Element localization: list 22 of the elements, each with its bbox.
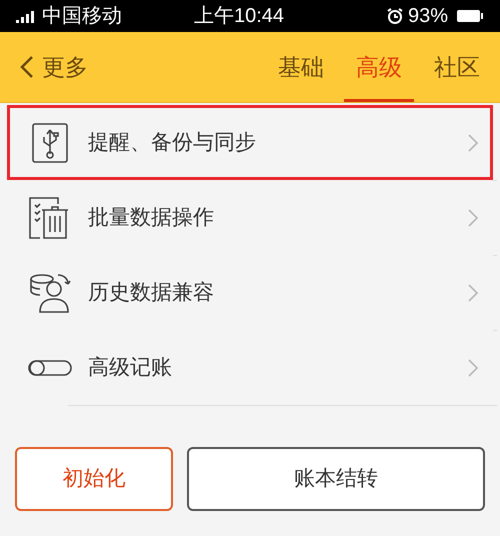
clock: 上午10:44 [194,4,284,29]
battery-percent: 93% [408,4,448,29]
chevron-right-icon [468,208,478,226]
initialize-button[interactable]: 初始化 [15,447,173,511]
carrier-name: 中国移动 [42,4,122,29]
menu-item-label: 提醒、备份与同步 [88,130,256,156]
back-button[interactable]: 更多 [20,32,88,102]
alarm-icon [386,7,404,25]
tab[interactable]: 社区 [426,32,488,102]
menu-item-label: 高级记账 [88,354,172,381]
chevron-right-icon [468,358,478,376]
menu-item-label: 历史数据兼容 [88,280,214,306]
ledger-carryover-button[interactable]: 账本结转 [187,447,485,511]
usb-icon [31,122,69,164]
tab[interactable]: 基础 [270,32,332,102]
back-chevron-icon [20,55,34,79]
battery-icon [456,8,484,24]
chevron-right-icon [468,284,478,302]
database-person-icon [28,272,72,314]
toggle-icon [28,358,72,376]
chevron-right-icon [468,134,478,152]
menu-item-label: 批量数据操作 [88,204,214,231]
